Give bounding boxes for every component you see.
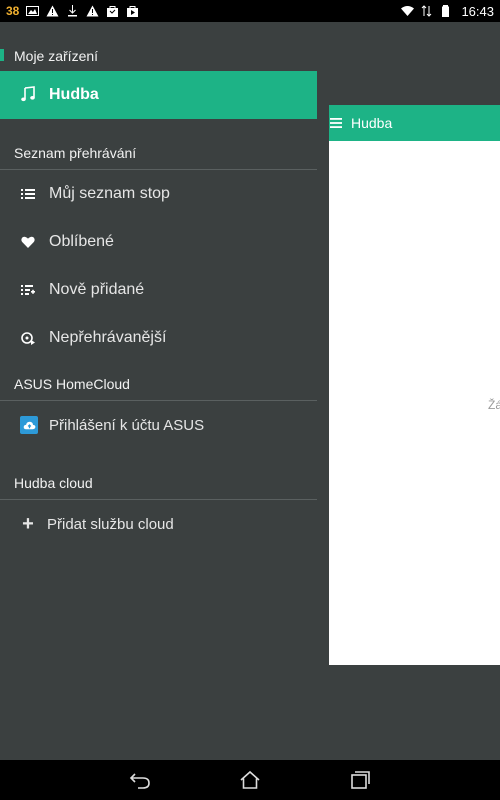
cloud-icon: [20, 416, 38, 434]
status-bar: 38 16:43: [0, 0, 500, 22]
drawer-item-label: Přihlášení k účtu ASUS: [49, 416, 205, 434]
section-header-homecloud: ASUS HomeCloud: [0, 370, 317, 398]
download-icon: [66, 5, 79, 17]
home-icon: [240, 770, 260, 789]
drawer-item-label: Nepřehrávanější: [49, 329, 167, 346]
section-label: Moje zařízení: [14, 48, 99, 64]
recent-apps-icon: [351, 771, 370, 789]
drawer-item-label: Nově přidané: [49, 281, 145, 298]
section-accent: [0, 49, 4, 61]
drawer-item-label: Přidat službu cloud: [47, 515, 174, 533]
status-left: 38: [6, 4, 139, 18]
empty-state-text: Žá: [487, 398, 500, 412]
heart-icon: [20, 234, 36, 250]
battery-icon: [439, 5, 452, 17]
section-header-my-device: Moje zařízení: [0, 41, 317, 71]
navigation-drawer: Moje zařízení Hudba Seznam přehrávání Mů…: [0, 22, 317, 760]
back-icon: [129, 773, 150, 789]
background-title: Hudba: [351, 115, 393, 131]
drawer-item-most-played[interactable]: Nepřehrávanější: [0, 314, 317, 362]
drawer-item-favorites[interactable]: Oblíbené: [0, 218, 317, 266]
drawer-item-asus-login[interactable]: Přihlášení k účtu ASUS: [0, 401, 317, 449]
screen: { "status_bar": { "notification_count": …: [0, 0, 500, 800]
warning-icon: [46, 5, 59, 17]
status-right: 16:43: [401, 4, 494, 19]
recent-apps-button[interactable]: [347, 768, 373, 792]
list-icon: [20, 186, 36, 202]
image-icon: [26, 5, 40, 17]
section-label: Seznam přehrávání: [14, 145, 137, 161]
play-count-icon: [20, 330, 36, 346]
drawer-item-add-cloud-service[interactable]: + Přidat službu cloud: [0, 500, 317, 548]
wifi-icon: [401, 5, 415, 17]
music-note-icon: [20, 86, 38, 104]
section-label: Hudba cloud: [14, 475, 93, 491]
section-header-playlist: Seznam přehrávání: [0, 139, 317, 167]
drawer-item-label: Oblíbené: [49, 233, 114, 250]
plus-icon: +: [22, 513, 34, 535]
list-add-icon: [20, 282, 36, 298]
drawer-item-my-tracklist[interactable]: Můj seznam stop: [0, 170, 317, 218]
hamburger-menu-icon[interactable]: [329, 105, 343, 141]
drawer-item-recently-added[interactable]: Nově přidané: [0, 266, 317, 314]
shopping-bag-icon: [106, 5, 119, 17]
notification-count: 38: [6, 4, 20, 18]
home-button[interactable]: [237, 768, 263, 792]
data-transfer-icon: [420, 5, 433, 17]
section-header-music-cloud: Hudba cloud: [0, 469, 317, 497]
clock: 16:43: [461, 3, 494, 19]
drawer-item-music[interactable]: Hudba: [0, 71, 317, 119]
back-button[interactable]: [127, 768, 153, 792]
system-navigation-bar: [0, 760, 500, 800]
background-toolbar: Hudba: [329, 105, 500, 141]
drawer-item-label: Můj seznam stop: [49, 185, 170, 202]
warning-icon: [86, 5, 99, 17]
background-app-content: Hudba Žá: [329, 105, 500, 665]
play-store-icon: [126, 5, 139, 17]
section-label: ASUS HomeCloud: [14, 376, 130, 392]
drawer-item-label: Hudba: [49, 86, 99, 103]
